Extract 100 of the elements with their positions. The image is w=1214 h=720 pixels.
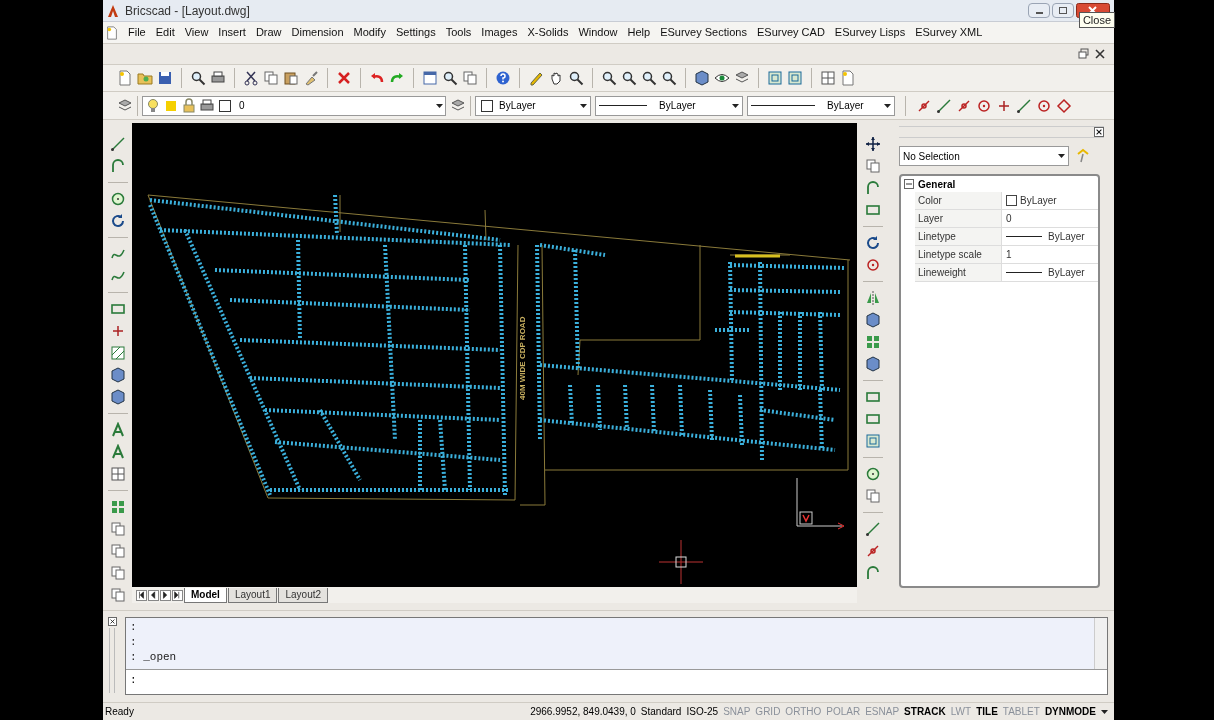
- viewport-icon[interactable]: [820, 70, 836, 86]
- quick-select-icon[interactable]: [1075, 148, 1091, 164]
- zoom-icon[interactable]: [568, 70, 584, 86]
- text-style[interactable]: Standard: [640, 704, 682, 719]
- layer-dropdown[interactable]: 0: [142, 95, 446, 116]
- scrollbar[interactable]: [1094, 618, 1107, 669]
- dimension-style[interactable]: ISO-25: [686, 704, 719, 719]
- menu-item[interactable]: Dimension: [286, 24, 349, 41]
- delete-icon[interactable]: [336, 70, 352, 86]
- rectangle-tool-icon[interactable]: [109, 301, 126, 317]
- frame-icon[interactable]: [787, 70, 803, 86]
- menu-item[interactable]: Insert: [213, 24, 251, 41]
- menu-item[interactable]: Edit: [150, 24, 180, 41]
- menu-item[interactable]: File: [123, 24, 151, 41]
- pencil-icon[interactable]: [528, 70, 544, 86]
- close-icon[interactable]: [1094, 127, 1104, 137]
- dropdown-arrow-icon[interactable]: [436, 103, 443, 108]
- rotate-tool-icon[interactable]: [109, 213, 126, 229]
- dropdown-arrow-icon[interactable]: [1058, 154, 1065, 158]
- page-icon[interactable]: [840, 70, 856, 86]
- menu-item[interactable]: Window: [573, 24, 623, 41]
- layout-tab[interactable]: Model: [184, 587, 227, 603]
- dropdown-arrow-icon[interactable]: [732, 103, 739, 108]
- restore-icon[interactable]: [1078, 48, 1090, 60]
- dropdown-arrow-icon[interactable]: [884, 103, 891, 108]
- status-toggle[interactable]: TILE: [976, 704, 998, 719]
- property-value[interactable]: 0: [1002, 210, 1098, 227]
- menu-item[interactable]: Help: [622, 24, 656, 41]
- color-dropdown[interactable]: ByLayer: [475, 95, 591, 116]
- close-icon[interactable]: [1094, 48, 1106, 60]
- last-tab-icon[interactable]: [172, 589, 183, 601]
- document-icon[interactable]: [105, 25, 119, 40]
- menu-item[interactable]: View: [179, 24, 214, 41]
- intersection-snap-icon[interactable]: [956, 97, 972, 114]
- lineweight-dropdown[interactable]: ByLayer: [747, 95, 895, 116]
- zoom-icon[interactable]: [661, 70, 677, 86]
- move-icon[interactable]: [865, 136, 881, 152]
- midpoint-snap-icon[interactable]: [936, 97, 952, 114]
- status-toggle[interactable]: STRACK: [904, 704, 946, 719]
- window-icon[interactable]: [422, 70, 438, 86]
- property-value[interactable]: ByLayer: [1002, 192, 1098, 209]
- selection-dropdown[interactable]: No Selection: [899, 146, 1069, 166]
- arc-tool-icon[interactable]: [109, 158, 126, 174]
- find-icon[interactable]: [442, 70, 458, 86]
- close-icon[interactable]: [107, 617, 117, 626]
- menu-item[interactable]: ESurvey Lisps: [829, 24, 911, 41]
- circle-tool-icon[interactable]: [109, 191, 126, 207]
- dropdown-arrow-icon[interactable]: [1101, 709, 1108, 714]
- property-value[interactable]: ByLayer: [1002, 264, 1098, 281]
- maximize-button[interactable]: [1052, 3, 1074, 18]
- menu-item[interactable]: ESurvey XML: [910, 24, 988, 41]
- next-tab-icon[interactable]: [160, 589, 171, 601]
- menu-item[interactable]: Modify: [348, 24, 391, 41]
- text-tool-icon[interactable]: [109, 422, 126, 438]
- layout-tab[interactable]: Layout2: [278, 587, 329, 603]
- status-toggle[interactable]: DYNMODE: [1044, 704, 1096, 719]
- collapse-icon[interactable]: [904, 179, 914, 189]
- previous-tab-icon[interactable]: [148, 589, 159, 601]
- table-tool-icon[interactable]: [109, 466, 126, 482]
- zoom-icon[interactable]: [641, 70, 657, 86]
- save-icon[interactable]: [157, 70, 173, 86]
- command-input[interactable]: :: [126, 670, 1107, 694]
- zoom-icon[interactable]: [621, 70, 637, 86]
- copy-icon[interactable]: [865, 158, 881, 174]
- text-tool-icon[interactable]: [109, 444, 126, 460]
- layout-tab[interactable]: Layout1: [227, 587, 278, 603]
- property-value[interactable]: 1: [1002, 246, 1098, 263]
- first-tab-icon[interactable]: [136, 589, 147, 601]
- line-tool-icon[interactable]: [109, 136, 126, 152]
- pan-icon[interactable]: [548, 70, 564, 86]
- zoom-icon[interactable]: [601, 70, 617, 86]
- dropdown-arrow-icon[interactable]: [580, 103, 587, 108]
- minimize-button[interactable]: [1028, 3, 1050, 18]
- endpoint-snap-icon[interactable]: [916, 97, 932, 114]
- cut-icon[interactable]: [243, 70, 259, 86]
- drawing-canvas[interactable]: 40M WIDE CDP ROAD: [132, 123, 857, 587]
- menu-item[interactable]: X-Solids: [522, 24, 574, 41]
- printer-icon[interactable]: [199, 97, 215, 114]
- menu-item[interactable]: ESurvey CAD: [752, 24, 830, 41]
- center-snap-icon[interactable]: [976, 97, 992, 114]
- menu-item[interactable]: Images: [476, 24, 523, 41]
- lock-icon[interactable]: [181, 97, 197, 114]
- paste-icon[interactable]: [283, 70, 299, 86]
- help-icon[interactable]: [495, 70, 511, 86]
- menu-item[interactable]: Tools: [440, 24, 477, 41]
- menu-item[interactable]: Settings: [390, 24, 441, 41]
- property-value[interactable]: ByLayer: [1002, 228, 1098, 245]
- print-icon[interactable]: [210, 70, 226, 86]
- menu-item[interactable]: ESurvey Sections: [655, 24, 752, 41]
- menu-item[interactable]: Draw: [250, 24, 287, 41]
- bulb-icon[interactable]: [145, 97, 161, 114]
- hatch-tool-icon[interactable]: [109, 345, 126, 361]
- match-properties-icon[interactable]: [303, 70, 319, 86]
- print-preview-icon[interactable]: [190, 70, 206, 86]
- open-folder-icon[interactable]: [137, 70, 153, 86]
- new-file-icon[interactable]: [117, 70, 133, 86]
- frame-icon[interactable]: [767, 70, 783, 86]
- arc-icon[interactable]: [865, 565, 881, 581]
- quadrant-snap-icon[interactable]: [1056, 97, 1072, 114]
- linetype-dropdown[interactable]: ByLayer: [595, 95, 743, 116]
